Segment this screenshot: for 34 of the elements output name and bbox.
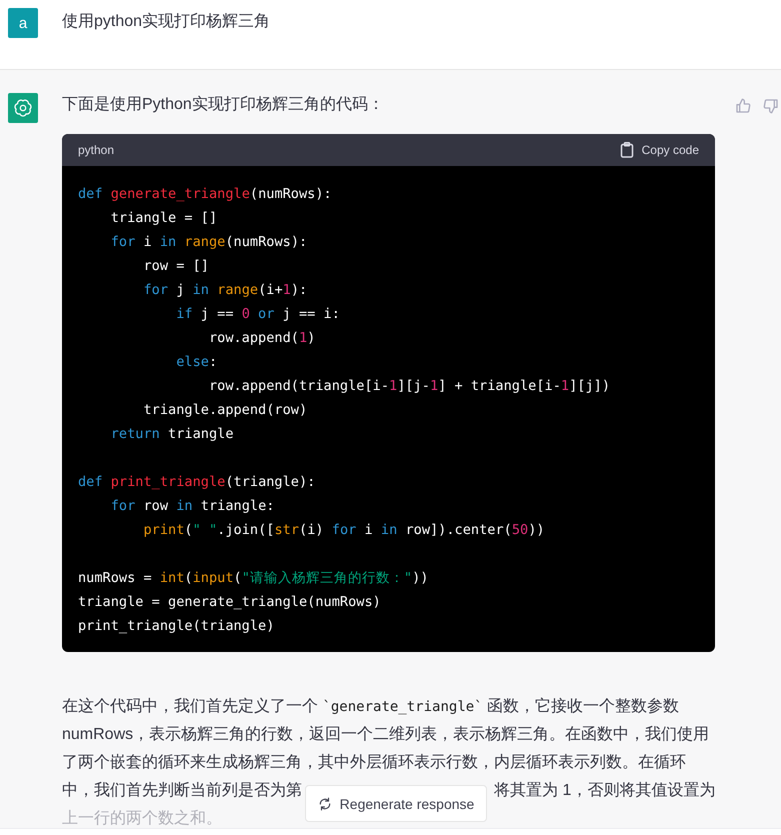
code-line: def generate_triangle(numRows): — [78, 185, 332, 204]
code-line: row.append(triangle[i-1][j-1] + triangle[i-1][j]) — [208, 377, 610, 396]
logo-icon — [13, 98, 33, 118]
paragraph-line: 将其置为 1，否则将其值设置为 — [494, 780, 716, 801]
paragraph-line: 上一行的两个数之和。 — [62, 808, 222, 829]
thumbs-up-icon[interactable] — [735, 98, 751, 114]
code-line: triangle = generate_triangle(numRows) — [78, 593, 381, 612]
language-label: python — [78, 143, 114, 157]
paragraph-line: 在这个代码中，我们首先定义了一个 `generate_triangle` 函数，它接收一个整数参数 — [62, 696, 680, 717]
code-line: else: — [175, 353, 218, 372]
code-line: row = [] — [142, 257, 209, 276]
code-line: print_triangle(triangle) — [78, 617, 274, 636]
code-line: numRows = int(input("请输入杨辉三角的行数：")) — [78, 569, 428, 588]
paragraph-line: 中，我们首先判断当前列是否为第 — [62, 780, 302, 801]
code-line: for j in range(i+1): — [142, 281, 308, 300]
thumbs-down-icon[interactable] — [763, 98, 779, 114]
code-line: if j == 0 or j == i: — [175, 305, 340, 324]
code-line: for row in triangle: — [110, 497, 274, 516]
paragraph-line: 了两个嵌套的循环来生成杨辉三角，其中外层循环表示行数，内层循环表示列数。在循环 — [62, 752, 686, 773]
code-line: return triangle — [110, 425, 234, 444]
refresh-icon — [318, 796, 332, 810]
code-line: triangle.append(row) — [142, 401, 308, 420]
message-text: 使用python实现打印杨辉三角 — [62, 12, 270, 32]
clipboard-icon — [620, 142, 634, 158]
code-line: for i in range(numRows): — [110, 233, 308, 252]
code-line: row.append(1) — [208, 329, 316, 348]
code-line: print(" ".join([str(i) for i in row]).center(50)) — [142, 521, 545, 540]
message-text: 下面是使用Python实现打印杨辉三角的代码： — [62, 94, 385, 115]
user-avatar: a — [8, 8, 38, 38]
copy-code-button[interactable]: Copy code — [620, 142, 699, 158]
code-line: def print_triangle(triangle): — [78, 473, 316, 492]
regenerate-button[interactable]: Regenerate response — [305, 785, 487, 822]
paragraph-line: numRows，表示杨辉三角的行数，返回一个二维列表，表示杨辉三角。在函数中，我们使用 — [62, 724, 710, 745]
code-line: triangle = [] — [110, 209, 218, 228]
